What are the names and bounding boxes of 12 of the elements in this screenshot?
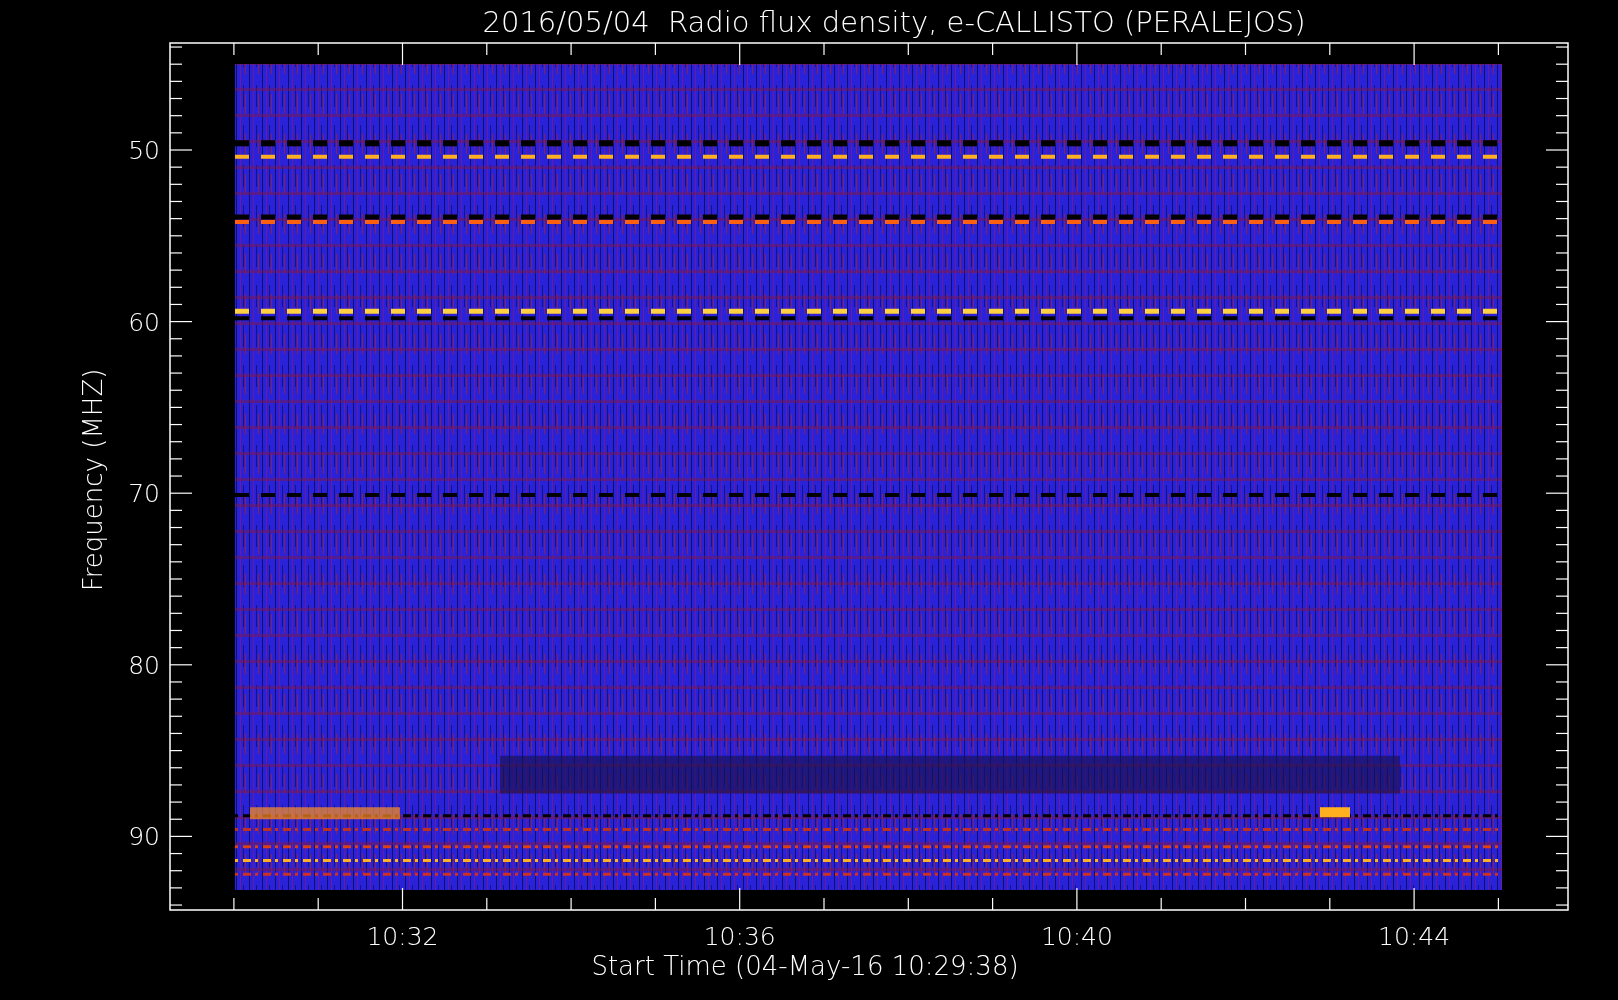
y-tick-label: 90 [128,822,160,852]
y-tick-label: 70 [128,479,160,509]
x-tick-label: 10:40 [1040,922,1113,951]
x-axis-title: Start Time (04-May-16 10:29:38) [591,951,1019,981]
x-tick-label: 10:32 [366,922,439,951]
y-tick-label: 80 [128,650,160,680]
x-tick-label: 10:44 [1378,922,1451,951]
chart-title: 2016/05/04 Radio flux density, e-CALLISTO (PERALEJOS) [482,5,1306,39]
y-tick-label: 50 [128,136,160,165]
y-tick-label: 60 [128,307,160,337]
y-axis-title: Frequency (MHZ) [78,368,108,592]
x-tick-label: 10:36 [703,922,776,951]
